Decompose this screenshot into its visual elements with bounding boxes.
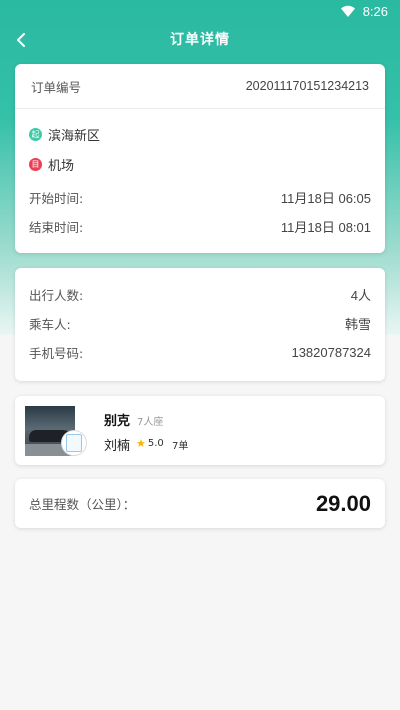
star-icon: ★ [136,437,146,450]
status-time: 8:26 [362,3,388,19]
car-seats: 7人座 [137,417,164,428]
mileage-label: 总里程数（公里）： [29,497,136,512]
driver-info-card[interactable]: 别克 7人座 刘楠 ★ 5.0 7单 [15,396,385,465]
passenger-info-card: 出行人数: 4人 乘车人: 韩雪 手机号码: 13820787324 [15,268,385,381]
chevron-left-icon [17,33,25,47]
end-time-row: 结束时间: 11月18日 08:01 [15,212,385,241]
page-title: 订单详情 [170,32,230,48]
start-time-row: 开始时间: 11月18日 06:05 [15,183,385,212]
start-time-value: 11月18日 06:05 [280,191,371,206]
status-bar: 8:26 [0,0,400,22]
mileage-value: 29.00 [315,490,371,516]
driver-order-count: 7单 [172,441,189,452]
order-info-card: 订单编号 202011170151234213 起 滨海新区 目 机场 开始时间… [15,64,385,253]
start-location-icon: 起 [29,127,42,141]
phone-row: 手机号码: 13820787324 [15,338,385,367]
car-brand: 别克 [104,414,131,429]
mileage-row: 总里程数（公里）： 29.00 [15,479,385,528]
end-time-value: 11月18日 08:01 [280,220,371,235]
passenger-count-value: 4人 [350,288,371,303]
mileage-card: 总里程数（公里）： 29.00 [15,479,385,528]
start-location: 滨海新区 [48,128,101,144]
rider-row: 乘车人: 韩雪 [15,309,385,338]
passenger-count-row: 出行人数: 4人 [15,280,385,309]
end-location-row: 目 机场 [15,150,385,178]
end-time-label: 结束时间: [29,220,84,235]
order-number-value: 202011170151234213 [245,79,369,93]
driver-name: 刘楠 [104,439,131,454]
id-card-icon [66,434,82,452]
order-number-row: 订单编号 202011170151234213 [15,64,385,109]
phone-label: 手机号码: [29,346,84,361]
rider-label: 乘车人: [29,317,71,332]
phone-value[interactable]: 13820787324 [291,345,371,360]
driver-rating-value: 5.0 [147,438,164,449]
wifi-icon [340,5,355,17]
nav-bar: 订单详情 [0,22,400,56]
driver-rating: ★ 5.0 [136,437,164,450]
order-number-label: 订单编号 [31,79,82,95]
passenger-count-label: 出行人数: [29,288,84,303]
end-location-icon: 目 [29,157,42,171]
back-button[interactable] [10,29,32,51]
start-location-row: 起 滨海新区 [15,120,385,148]
start-time-label: 开始时间: [29,191,84,206]
rider-value: 韩雪 [344,317,371,332]
driver-avatar [61,430,87,456]
end-location: 机场 [48,158,75,174]
